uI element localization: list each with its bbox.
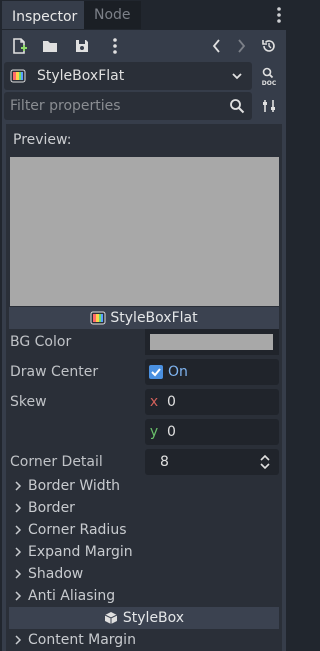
bg-color-swatch	[150, 334, 273, 350]
group-border-width[interactable]: Border Width	[12, 475, 120, 497]
chevron-right-icon	[12, 497, 24, 519]
history-icon[interactable]	[258, 35, 280, 57]
filter-properties	[4, 92, 252, 120]
stylebox-preview	[10, 157, 279, 306]
history-forward-icon[interactable]	[230, 35, 252, 57]
spinbox-arrows-icon[interactable]	[258, 453, 272, 475]
section-header-label: StyleBoxFlat	[110, 310, 198, 326]
section-header-stylebox: StyleBox	[9, 607, 279, 629]
axis-y-label: y	[149, 424, 159, 440]
bg-color-picker[interactable]	[145, 329, 279, 355]
group-expand-margin[interactable]: Expand Margin	[12, 541, 133, 563]
property-label-draw-center: Draw Center	[10, 364, 99, 380]
svg-text:DOC: DOC	[262, 80, 277, 86]
chevron-down-icon	[230, 68, 244, 88]
group-label: Content Margin	[28, 632, 136, 648]
section-header-label: StyleBox	[122, 610, 185, 626]
draw-center-toggle[interactable]: On	[145, 359, 279, 385]
group-border[interactable]: Border	[12, 497, 75, 519]
group-label: Border Width	[28, 478, 121, 494]
more-options-icon[interactable]	[104, 35, 126, 57]
preview-label: Preview:	[13, 132, 72, 148]
tab-node[interactable]: Node	[84, 1, 141, 29]
filter-properties-input[interactable]	[4, 92, 224, 120]
group-label: Border	[28, 500, 75, 516]
new-resource-icon[interactable]	[8, 35, 30, 57]
chevron-right-icon	[12, 563, 24, 585]
chevron-right-icon	[12, 585, 24, 607]
group-anti-aliasing[interactable]: Anti Aliasing	[12, 585, 115, 607]
axis-x-label: x	[149, 394, 159, 410]
draw-center-value: On	[168, 364, 188, 380]
skew-y-value: 0	[167, 424, 176, 440]
stylebox-flat-icon	[10, 68, 26, 88]
skew-y-field[interactable]: y 0	[145, 419, 279, 445]
property-label-bg-color: BG Color	[10, 334, 72, 350]
skew-x-value: 0	[167, 394, 176, 410]
skew-x-field[interactable]: x 0	[145, 389, 279, 415]
chevron-right-icon	[12, 519, 24, 541]
object-properties-tools-icon[interactable]	[258, 95, 280, 117]
resource-type-select[interactable]: StyleBoxFlat	[4, 62, 252, 90]
load-resource-icon[interactable]	[39, 35, 61, 57]
stylebox-flat-icon	[90, 310, 106, 326]
search-icon	[229, 98, 245, 118]
save-resource-icon[interactable]	[71, 35, 93, 57]
group-label: Shadow	[28, 566, 84, 582]
checkbox-checked-icon	[149, 365, 163, 379]
group-corner-radius[interactable]: Corner Radius	[12, 519, 127, 541]
group-content-margin[interactable]: Content Margin	[12, 629, 136, 651]
group-label: Corner Radius	[28, 522, 127, 538]
stylebox-icon	[104, 611, 118, 625]
property-label-corner-detail: Corner Detail	[10, 454, 103, 470]
tab-inspector[interactable]: Inspector	[2, 1, 88, 29]
group-shadow[interactable]: Shadow	[12, 563, 83, 585]
resource-type-label: StyleBoxFlat	[37, 68, 125, 84]
corner-detail-spinbox[interactable]: 8	[145, 449, 279, 475]
history-back-icon[interactable]	[206, 35, 228, 57]
docs-icon[interactable]: DOC	[258, 65, 280, 87]
chevron-right-icon	[12, 475, 24, 497]
group-label: Expand Margin	[28, 544, 133, 560]
group-label: Anti Aliasing	[28, 588, 116, 604]
dock-menu-icon[interactable]	[272, 3, 286, 27]
corner-detail-value: 8	[160, 454, 169, 470]
chevron-right-icon	[12, 629, 24, 651]
property-label-skew: Skew	[10, 394, 47, 410]
section-header-styleboxflat: StyleBoxFlat	[9, 307, 279, 329]
chevron-right-icon	[12, 541, 24, 563]
